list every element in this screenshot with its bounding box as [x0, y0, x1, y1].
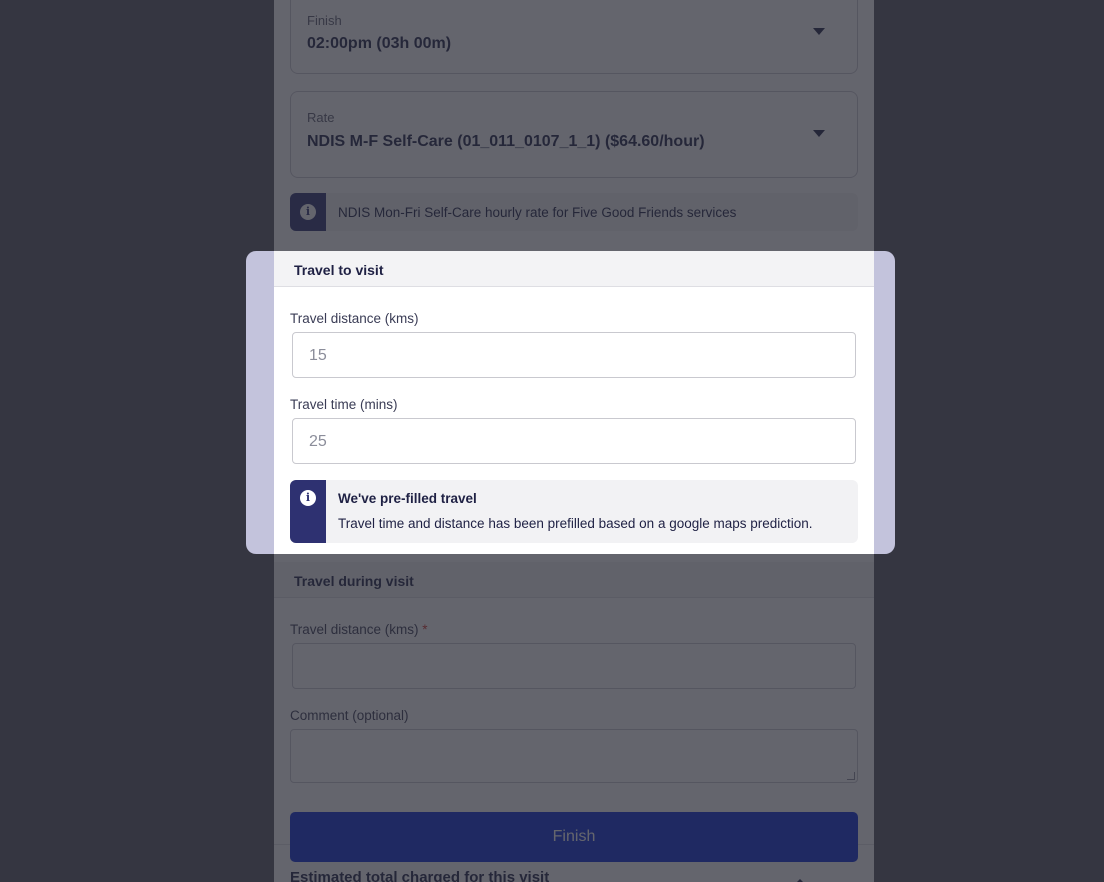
info-side-bar: i: [290, 193, 326, 231]
finish-button[interactable]: Finish: [290, 812, 858, 862]
info-side-bar: i: [290, 480, 326, 543]
finish-select-value: 02:00pm (03h 00m): [307, 35, 452, 52]
travel-to-visit-panel: Travel to visit Travel distance (kms) 15…: [274, 251, 874, 554]
finish-select-label: Finish: [307, 13, 342, 28]
resize-handle-icon[interactable]: [847, 772, 855, 780]
prefill-notice: i We've pre-filled travel Travel time an…: [290, 480, 858, 543]
rate-select-value: NDIS M-F Self-Care (01_011_0107_1_1) ($6…: [307, 133, 705, 150]
prefill-notice-title: We've pre-filled travel: [338, 491, 477, 506]
caret-down-icon[interactable]: [813, 130, 825, 137]
to-time-value: 25: [309, 433, 327, 450]
travel-to-visit-heading: Travel to visit: [294, 262, 384, 278]
to-distance-label: Travel distance (kms): [290, 311, 419, 326]
prefill-notice-body: Travel time and distance has been prefil…: [338, 516, 813, 531]
to-time-input[interactable]: 25: [292, 418, 856, 464]
to-distance-value: 15: [309, 347, 327, 364]
to-time-label: Travel time (mins): [290, 397, 398, 412]
during-distance-label-text: Travel distance (kms): [290, 622, 419, 637]
travel-during-visit-heading: Travel during visit: [294, 573, 414, 589]
caret-down-icon[interactable]: [813, 28, 825, 35]
rate-info-box: i NDIS Mon-Fri Self-Care hourly rate for…: [290, 193, 858, 231]
rate-select[interactable]: Rate NDIS M-F Self-Care (01_011_0107_1_1…: [290, 91, 858, 178]
info-icon: i: [300, 490, 316, 506]
info-icon: i: [300, 204, 316, 220]
comment-textarea[interactable]: [290, 729, 858, 783]
comment-label: Comment (optional): [290, 708, 409, 723]
required-marker: *: [422, 622, 428, 637]
travel-during-visit-header: Travel during visit: [274, 562, 874, 598]
estimate-label: Estimated total charged for this visit: [290, 869, 550, 882]
rate-info-text: NDIS Mon-Fri Self-Care hourly rate for F…: [338, 205, 737, 220]
rate-select-label: Rate: [307, 110, 335, 125]
during-distance-input[interactable]: [292, 643, 856, 689]
to-distance-input[interactable]: 15: [292, 332, 856, 378]
during-distance-label: Travel distance (kms) *: [290, 622, 428, 637]
finish-select[interactable]: Finish 02:00pm (03h 00m): [290, 0, 858, 74]
travel-to-visit-header: Travel to visit: [274, 251, 874, 287]
travel-to-visit-spotlight: Travel to visit Travel distance (kms) 15…: [246, 251, 895, 554]
